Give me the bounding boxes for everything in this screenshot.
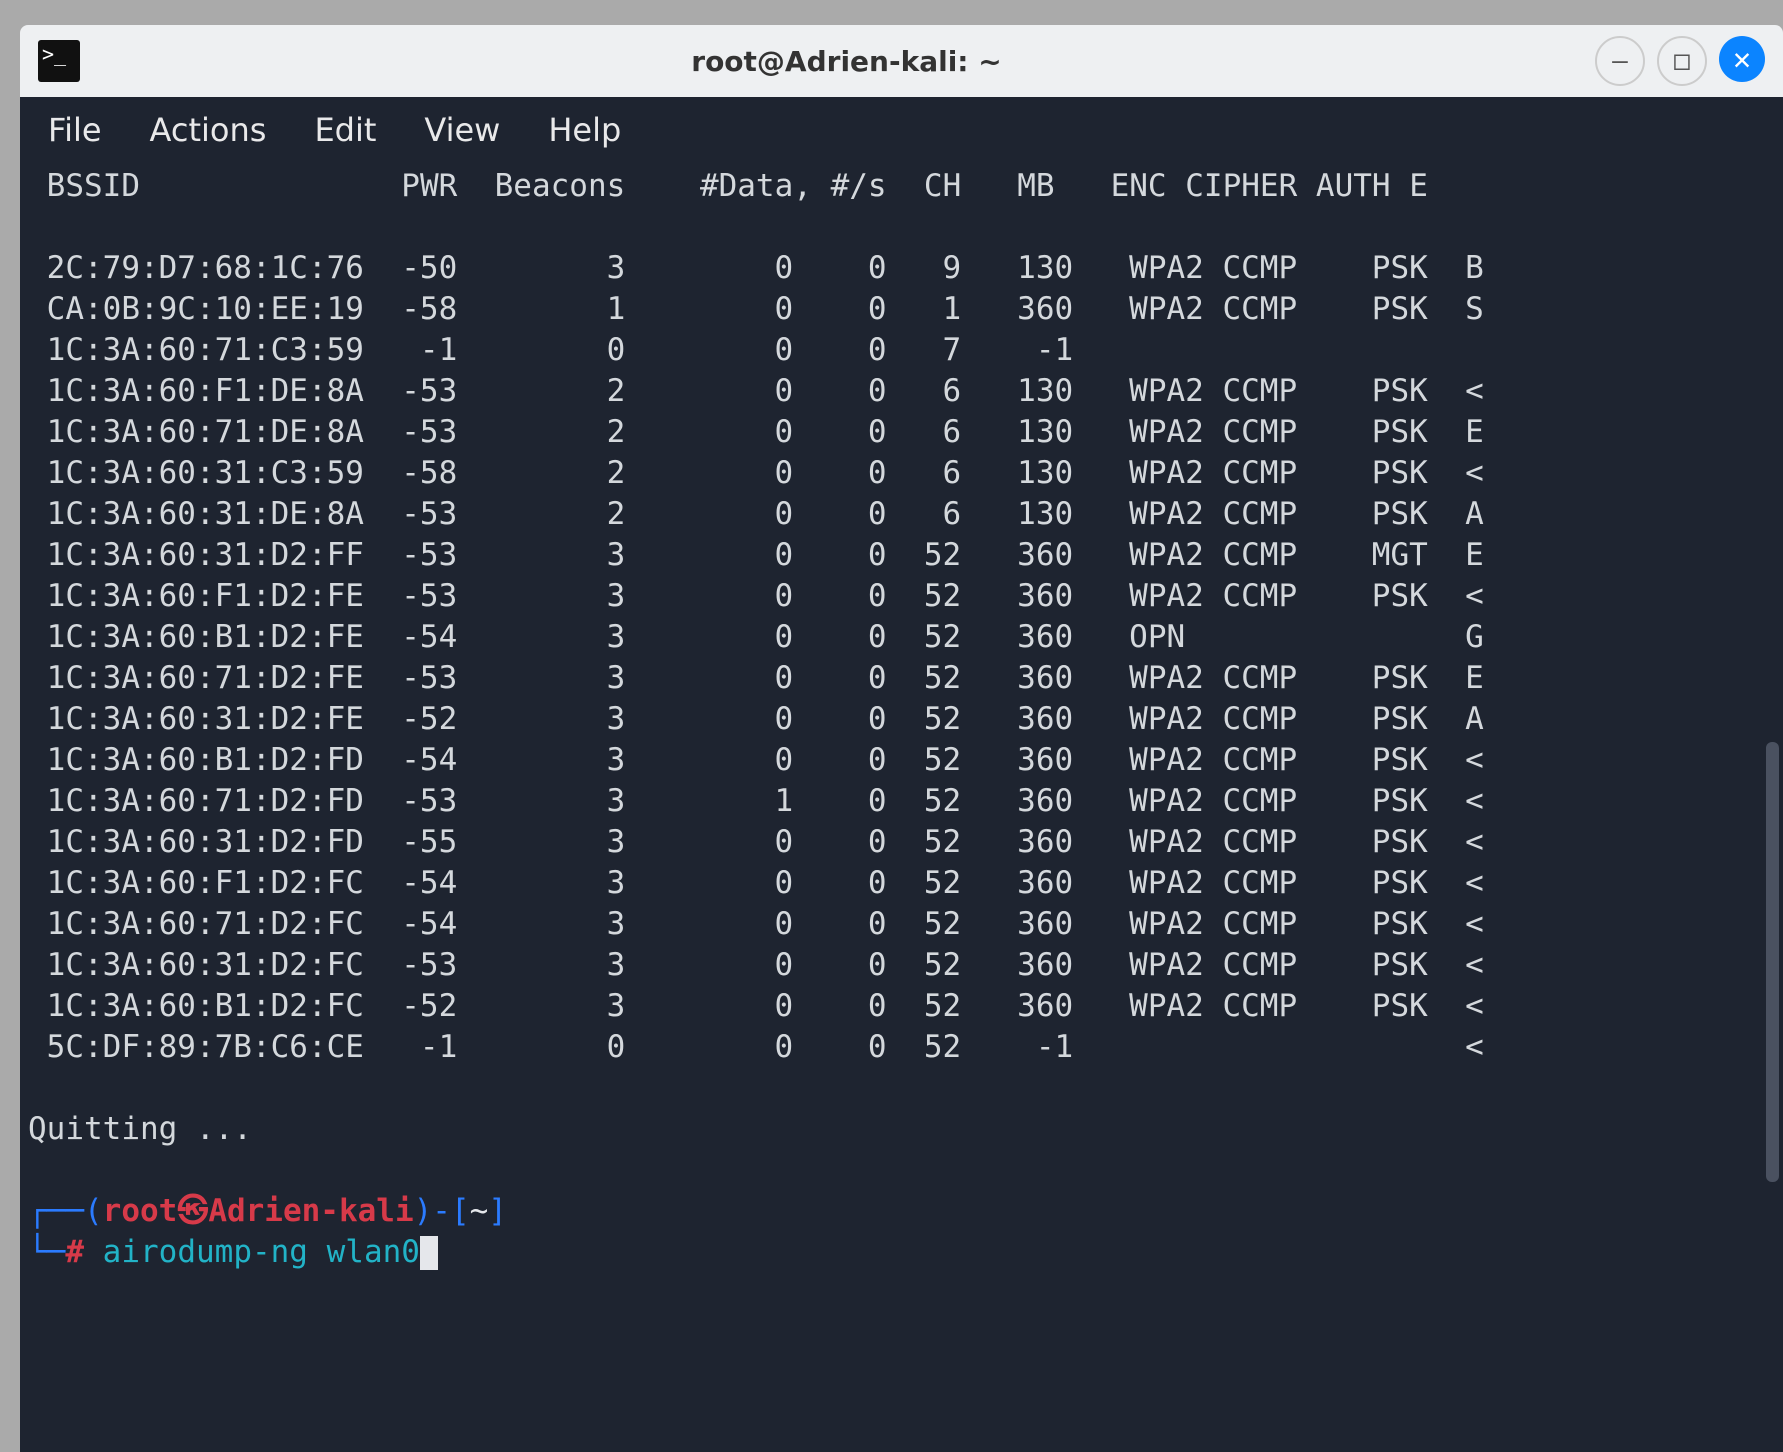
- menu-actions[interactable]: Actions: [150, 111, 267, 149]
- menu-help[interactable]: Help: [548, 111, 621, 149]
- column-headers: BSSID PWR Beacons #Data, #/s CH MB ENC C…: [28, 168, 1428, 204]
- menubar: File Actions Edit View Help: [20, 97, 1783, 162]
- window-title: root@Adrien-kali: ~: [98, 45, 1595, 78]
- quitting-text: Quitting ...: [28, 1111, 252, 1147]
- menu-view[interactable]: View: [424, 111, 500, 149]
- window-titlebar: >_ root@Adrien-kali: ~ – □ ✕: [20, 25, 1783, 98]
- cursor-block: [420, 1236, 438, 1270]
- menu-edit[interactable]: Edit: [314, 111, 376, 149]
- airodump-rows: 2C:79:D7:68:1C:76 -50 3 0 0 9 130 WPA2 C…: [28, 250, 1484, 1065]
- minimize-button[interactable]: –: [1595, 36, 1645, 86]
- terminal-area[interactable]: BSSID PWR Beacons #Data, #/s CH MB ENC C…: [20, 162, 1783, 1452]
- prompt-line-1: ┌──(root㉿Adrien-kali)-[~]: [28, 1193, 507, 1229]
- prompt-line-2[interactable]: └─# airodump-ng wlan0: [28, 1234, 438, 1270]
- terminal-scrollbar[interactable]: [1766, 742, 1779, 1182]
- window-buttons: – □ ✕: [1595, 36, 1765, 86]
- terminal-icon: >_: [38, 40, 80, 82]
- close-button[interactable]: ✕: [1719, 36, 1765, 82]
- menu-file[interactable]: File: [48, 111, 102, 149]
- maximize-button[interactable]: □: [1657, 36, 1707, 86]
- typed-command: airodump-ng wlan0: [103, 1234, 420, 1270]
